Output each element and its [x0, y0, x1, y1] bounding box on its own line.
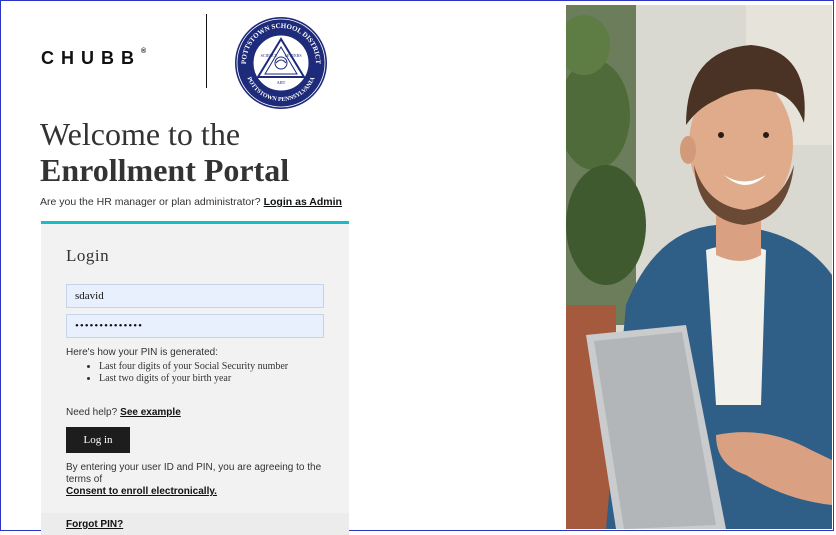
hero-photo — [566, 5, 832, 529]
logo-divider — [206, 14, 207, 88]
pin-rules-list: Last four digits of your Social Security… — [87, 361, 329, 385]
log-in-button[interactable]: Log in — [66, 427, 130, 453]
pin-input[interactable]: •••••••••••••• — [66, 314, 324, 338]
consent-text-block: By entering your user ID and PIN, you ar… — [66, 462, 336, 498]
login-card: Login sdavid •••••••••••••• Here's how y… — [41, 221, 349, 514]
consent-text: By entering your user ID and PIN, you ar… — [66, 462, 322, 485]
help-prompt: Need help? — [66, 407, 118, 418]
admin-prompt-text: Are you the HR manager or plan administr… — [40, 196, 261, 208]
login-title: Login — [66, 246, 110, 265]
chubb-logo: CHUBB® — [41, 48, 146, 69]
user-id-input[interactable]: sdavid — [66, 284, 324, 308]
chubb-logo-text: CHUBB — [41, 48, 141, 68]
forgot-pin-link[interactable]: Forgot PIN? — [66, 519, 123, 530]
seal-word-art: ART — [277, 80, 286, 85]
forgot-pin-row: Forgot PIN? — [41, 513, 349, 535]
pin-rule-item: Last two digits of your birth year — [99, 373, 329, 384]
left-panel: CHUBB® POTTSTOWN SCHOOL DISTRICT POTTSTO… — [8, 8, 564, 535]
pin-rule-item: Last four digits of your Social Security… — [99, 361, 329, 372]
seal-word-science: SCIENCE — [261, 53, 278, 58]
hero-photo-illustration — [566, 5, 832, 529]
help-line: Need help? See example — [66, 407, 181, 418]
school-district-seal: POTTSTOWN SCHOOL DISTRICT POTTSTOWN PENN… — [235, 17, 327, 109]
page-title-line1: Welcome to the — [40, 116, 241, 152]
admin-prompt: Are you the HR manager or plan administr… — [40, 196, 342, 208]
pin-note: Here's how your PIN is generated: — [66, 347, 218, 358]
chubb-logo-mark: ® — [141, 48, 147, 55]
seal-word-letters: LETTERS — [284, 53, 301, 58]
login-as-admin-link[interactable]: Login as Admin — [264, 196, 342, 208]
see-example-link[interactable]: See example — [120, 407, 181, 418]
consent-link[interactable]: Consent to enroll electronically. — [66, 486, 336, 498]
page-title-line2: Enrollment Portal — [40, 152, 290, 188]
